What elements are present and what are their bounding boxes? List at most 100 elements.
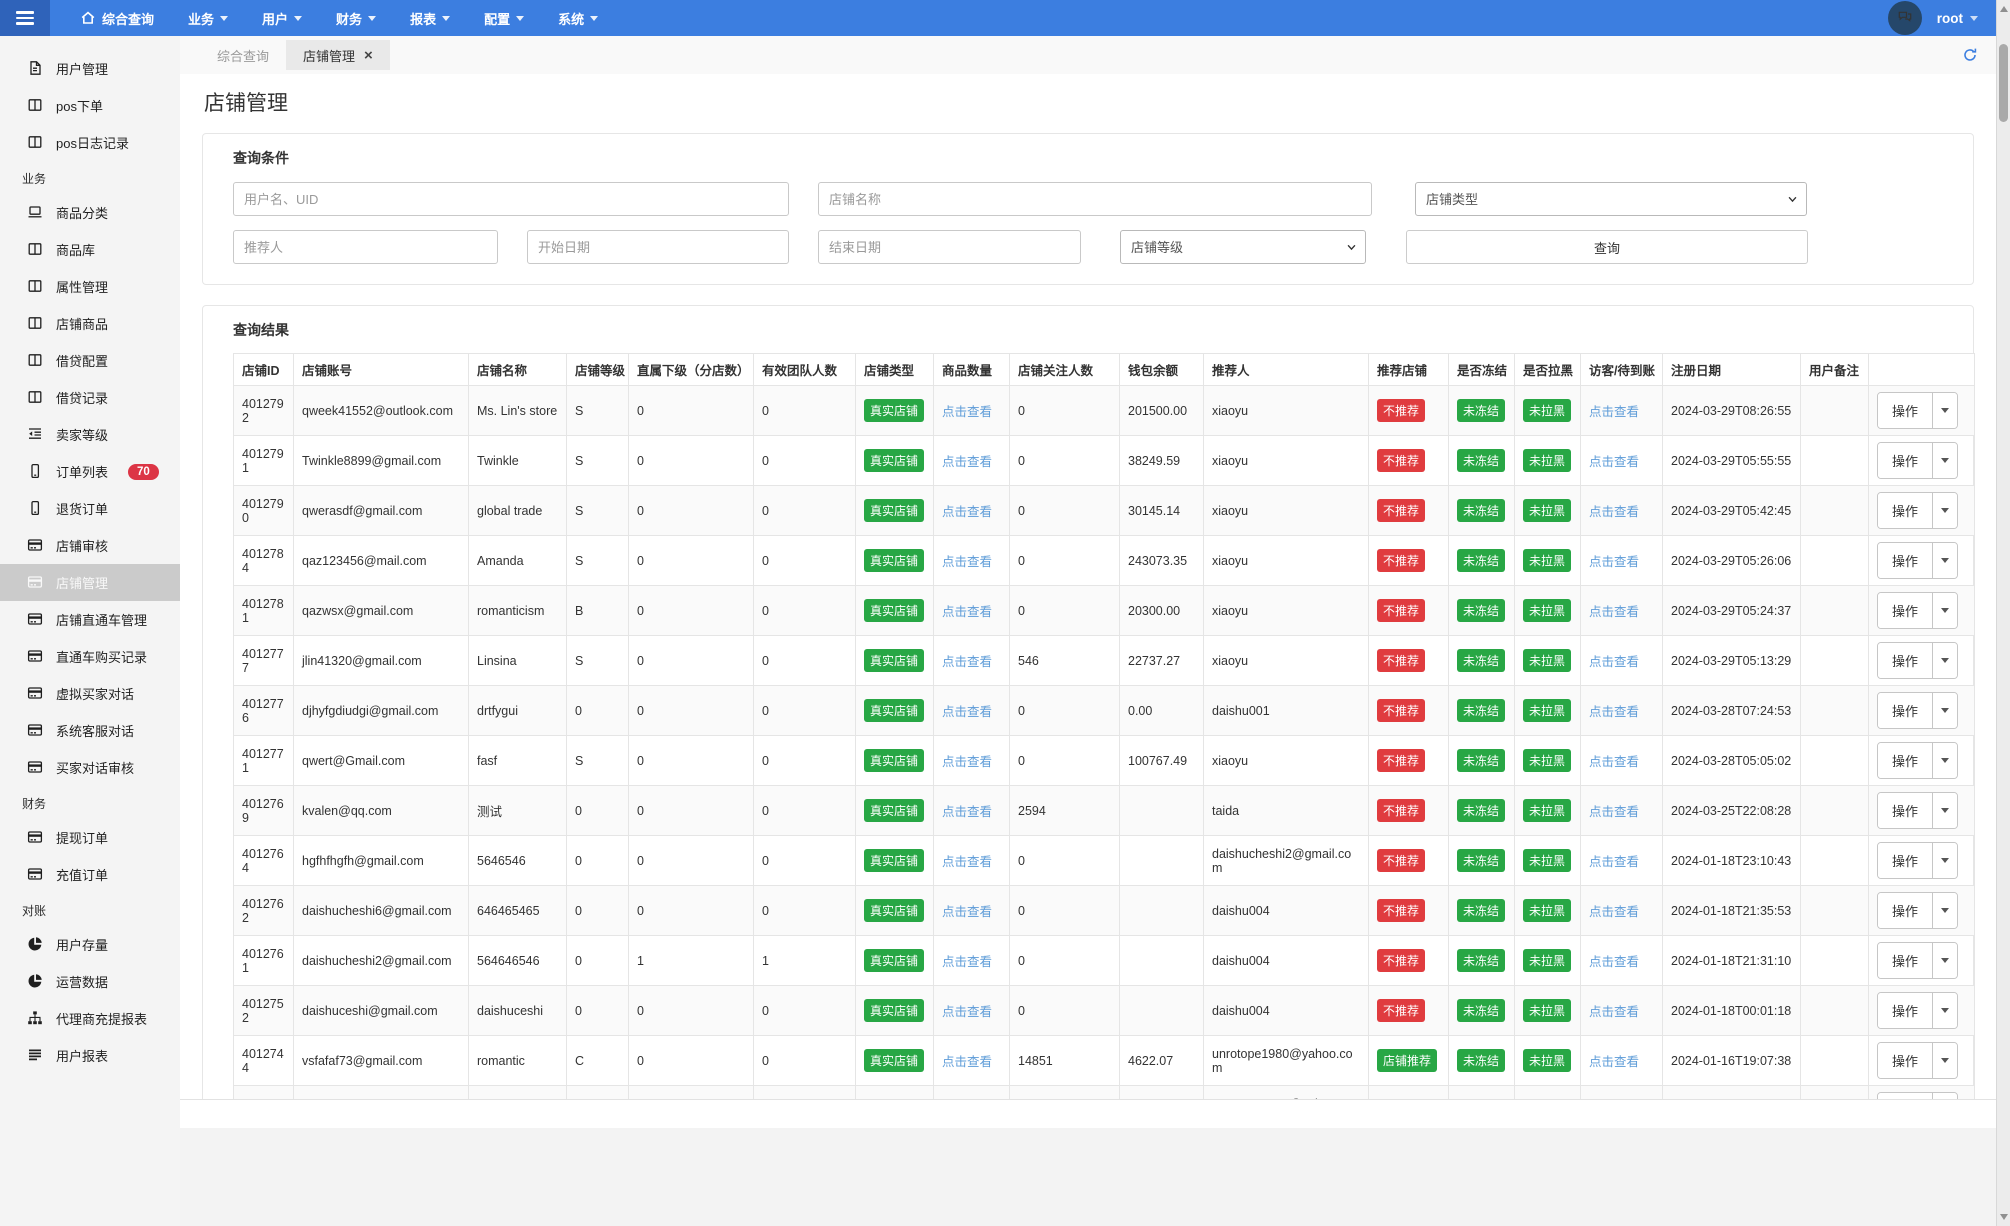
sidebar-item-order-list[interactable]: 订单列表 70 <box>0 453 180 490</box>
sidebar-item-attribute-management[interactable]: 属性管理 <box>0 268 180 305</box>
view-link[interactable]: 点击查看 <box>1589 655 1639 669</box>
action-dropdown-toggle[interactable] <box>1932 893 1958 928</box>
close-icon[interactable]: × <box>364 48 373 63</box>
action-dropdown-toggle[interactable] <box>1932 443 1958 478</box>
view-link[interactable]: 点击查看 <box>942 1005 992 1019</box>
sidebar-item-product-category[interactable]: 商品分类 <box>0 194 180 231</box>
view-link[interactable]: 点击查看 <box>1589 455 1639 469</box>
action-dropdown-toggle[interactable] <box>1932 393 1958 428</box>
view-link[interactable]: 点击查看 <box>942 505 992 519</box>
user-menu[interactable]: root <box>1937 11 1978 26</box>
view-link[interactable]: 点击查看 <box>1589 605 1639 619</box>
sidebar-item-buyer-chat-review[interactable]: 买家对话审核 <box>0 749 180 786</box>
refresh-button[interactable] <box>1962 47 1978 63</box>
shop-name-input[interactable] <box>818 182 1372 216</box>
sidebar-item-recharge-orders[interactable]: 充值订单 <box>0 856 180 893</box>
view-link[interactable]: 点击查看 <box>1589 1055 1639 1069</box>
sidebar-item-pos-order[interactable]: pos下单 <box>0 87 180 124</box>
view-link[interactable]: 点击查看 <box>1589 705 1639 719</box>
sidebar-item-withdraw-orders[interactable]: 提现订单 <box>0 819 180 856</box>
view-link[interactable]: 点击查看 <box>942 655 992 669</box>
action-dropdown-toggle[interactable] <box>1932 493 1958 528</box>
action-dropdown-toggle[interactable] <box>1932 943 1958 978</box>
start-date-input[interactable] <box>527 230 789 264</box>
scrollbar-thumb[interactable] <box>1999 44 2008 122</box>
action-dropdown-toggle[interactable] <box>1932 743 1958 778</box>
action-button[interactable]: 操作 <box>1878 543 1933 578</box>
action-dropdown-toggle[interactable] <box>1932 843 1958 878</box>
view-link[interactable]: 点击查看 <box>1589 555 1639 569</box>
view-link[interactable]: 点击查看 <box>1589 805 1639 819</box>
sidebar-item-agent-report[interactable]: 代理商充提报表 <box>0 1000 180 1037</box>
action-dropdown-toggle[interactable] <box>1932 1043 1958 1078</box>
sidebar-item-pos-log[interactable]: pos日志记录 <box>0 124 180 161</box>
view-link[interactable]: 点击查看 <box>1589 505 1639 519</box>
view-link[interactable]: 点击查看 <box>942 905 992 919</box>
action-button[interactable]: 操作 <box>1878 993 1933 1028</box>
page-scrollbar[interactable] <box>1996 0 2010 1226</box>
view-link[interactable]: 点击查看 <box>942 755 992 769</box>
username-uid-input[interactable] <box>233 182 789 216</box>
nav-item-business[interactable]: 业务 <box>188 9 229 28</box>
action-dropdown-toggle[interactable] <box>1932 993 1958 1028</box>
action-button[interactable]: 操作 <box>1878 393 1933 428</box>
action-dropdown-toggle[interactable] <box>1932 793 1958 828</box>
sidebar-toggle-button[interactable] <box>0 0 50 36</box>
view-link[interactable]: 点击查看 <box>1589 755 1639 769</box>
action-button[interactable]: 操作 <box>1878 643 1933 678</box>
sidebar-item-shop-products[interactable]: 店铺商品 <box>0 305 180 342</box>
tab-shop-management[interactable]: 店铺管理 × <box>286 40 390 70</box>
action-dropdown-toggle[interactable] <box>1932 1093 1958 1099</box>
sidebar-item-user-report[interactable]: 用户报表 <box>0 1037 180 1074</box>
sidebar-item-return-orders[interactable]: 退货订单 <box>0 490 180 527</box>
view-link[interactable]: 点击查看 <box>1589 955 1639 969</box>
sidebar-item-product-library[interactable]: 商品库 <box>0 231 180 268</box>
view-link[interactable]: 点击查看 <box>942 455 992 469</box>
action-dropdown-toggle[interactable] <box>1932 643 1958 678</box>
sidebar-item-user-stock[interactable]: 用户存量 <box>0 926 180 963</box>
action-button[interactable]: 操作 <box>1878 793 1933 828</box>
view-link[interactable]: 点击查看 <box>942 705 992 719</box>
view-link[interactable]: 点击查看 <box>942 555 992 569</box>
sidebar-item-express-purchase-records[interactable]: 直通车购买记录 <box>0 638 180 675</box>
sidebar-item-shop-management[interactable]: 店铺管理 <box>0 564 180 601</box>
sidebar-item-shop-express-management[interactable]: 店铺直通车管理 <box>0 601 180 638</box>
action-dropdown-toggle[interactable] <box>1932 543 1958 578</box>
view-link[interactable]: 点击查看 <box>1589 1005 1639 1019</box>
nav-item-system[interactable]: 系统 <box>558 9 599 28</box>
sidebar-item-virtual-buyer-chat[interactable]: 虚拟买家对话 <box>0 675 180 712</box>
view-link[interactable]: 点击查看 <box>942 855 992 869</box>
sidebar-item-shop-review[interactable]: 店铺审核 <box>0 527 180 564</box>
nav-item-summary-query[interactable]: 综合查询 <box>80 9 154 28</box>
shop-level-select[interactable]: 店铺等级 <box>1120 230 1366 264</box>
action-dropdown-toggle[interactable] <box>1932 693 1958 728</box>
sidebar-item-loan-records[interactable]: 借贷记录 <box>0 379 180 416</box>
sidebar-item-seller-level[interactable]: 卖家等级 <box>0 416 180 453</box>
messages-button[interactable] <box>1887 1 1922 35</box>
search-button[interactable]: 查询 <box>1406 230 1808 264</box>
tab-summary-query[interactable]: 综合查询 <box>200 40 286 70</box>
view-link[interactable]: 点击查看 <box>942 955 992 969</box>
sidebar-item-system-service-chat[interactable]: 系统客服对话 <box>0 712 180 749</box>
action-dropdown-toggle[interactable] <box>1932 593 1958 628</box>
action-button[interactable]: 操作 <box>1878 743 1933 778</box>
action-button[interactable]: 操作 <box>1878 893 1933 928</box>
nav-item-report[interactable]: 报表 <box>410 9 451 28</box>
sidebar-item-loan-config[interactable]: 借贷配置 <box>0 342 180 379</box>
view-link[interactable]: 点击查看 <box>942 605 992 619</box>
scroll-down-icon[interactable] <box>1997 1210 2010 1224</box>
scroll-up-icon[interactable] <box>1997 2 2010 16</box>
action-button[interactable]: 操作 <box>1878 1043 1933 1078</box>
view-link[interactable]: 点击查看 <box>1589 405 1639 419</box>
nav-item-config[interactable]: 配置 <box>484 9 525 28</box>
nav-item-finance[interactable]: 财务 <box>336 9 377 28</box>
action-button[interactable]: 操作 <box>1878 493 1933 528</box>
view-link[interactable]: 点击查看 <box>942 1055 992 1069</box>
action-button[interactable]: 操作 <box>1878 943 1933 978</box>
action-button[interactable]: 操作 <box>1878 843 1933 878</box>
sidebar-item-operation-data[interactable]: 运营数据 <box>0 963 180 1000</box>
action-button[interactable]: 操作 <box>1878 593 1933 628</box>
view-link[interactable]: 点击查看 <box>942 805 992 819</box>
action-button[interactable]: 操作 <box>1878 443 1933 478</box>
view-link[interactable]: 点击查看 <box>1589 855 1639 869</box>
